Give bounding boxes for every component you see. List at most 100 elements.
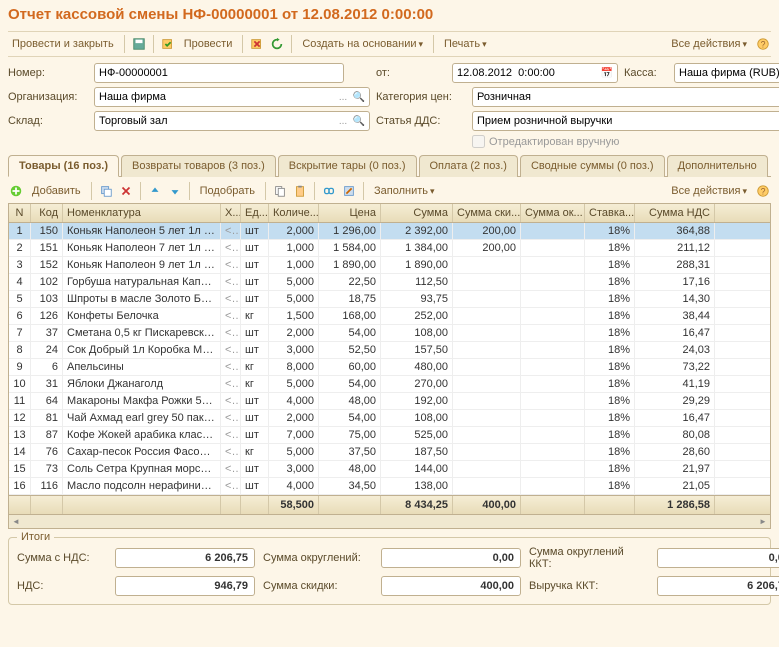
col-kod[interactable]: Код <box>31 204 63 222</box>
total-nds: 1 286,58 <box>635 496 715 514</box>
tab-5[interactable]: Дополнительно <box>667 155 768 177</box>
col-nom[interactable]: Номенклатура <box>63 204 221 222</box>
separator <box>314 182 315 200</box>
select-icon[interactable]: ... <box>335 89 351 105</box>
total-sk: 400,00 <box>453 496 521 514</box>
pricecat-label: Категория цен: <box>376 91 466 103</box>
horizontal-scrollbar[interactable]: ◄ ► <box>9 514 770 528</box>
fill-button[interactable]: Заполнить <box>370 183 439 199</box>
number-label: Номер: <box>8 67 88 79</box>
separator <box>291 35 292 53</box>
org-input[interactable]: ...🔍 <box>94 87 370 107</box>
sum-round-value[interactable]: 0,00 <box>381 548 521 568</box>
post-button[interactable]: Провести <box>180 36 237 52</box>
table-row[interactable]: 2151Коньяк Наполеон 7 лет 1л ст...<..шт1… <box>9 240 770 257</box>
date-input[interactable]: 📅 <box>452 63 618 83</box>
select-button[interactable]: Подобрать <box>196 183 259 199</box>
delete-row-icon[interactable] <box>118 183 134 199</box>
table-row[interactable]: 1031Яблоки Джанаголд<..кг5,00054,00270,0… <box>9 376 770 393</box>
refresh-icon[interactable] <box>269 36 285 52</box>
dds-input[interactable]: ...🔍 <box>472 111 779 131</box>
copy-row-icon[interactable] <box>98 183 114 199</box>
nds-label: НДС: <box>17 580 107 592</box>
separator <box>265 182 266 200</box>
nds-value[interactable]: 946,79 <box>115 576 255 596</box>
paste-icon[interactable] <box>292 183 308 199</box>
table-row[interactable]: 1476Сахар-песок Россия Фасова...<..кг5,0… <box>9 444 770 461</box>
link-icon[interactable] <box>321 183 337 199</box>
save-icon[interactable] <box>131 36 147 52</box>
table-row[interactable]: 6126Конфеты Белочка<..кг1,500168,00252,0… <box>9 308 770 325</box>
col-x[interactable]: Х... <box>221 204 241 222</box>
separator <box>91 182 92 200</box>
stock-input[interactable]: ...🔍 <box>94 111 370 131</box>
separator <box>153 35 154 53</box>
magnify-icon[interactable]: 🔍 <box>351 89 367 105</box>
separator <box>433 35 434 53</box>
manual-edit-checkbox[interactable]: Отредактирован вручную <box>472 135 779 148</box>
scroll-left-icon[interactable]: ◄ <box>9 515 23 529</box>
table-row[interactable]: 1387Кофе Жокей арабика класси...<..шт7,0… <box>9 427 770 444</box>
table-row[interactable]: 1150Коньяк Наполеон 5 лет 1л ст...<..шт2… <box>9 223 770 240</box>
create-based-button[interactable]: Создать на основании <box>298 36 427 52</box>
save-close-button[interactable]: Провести и закрыть <box>8 36 118 52</box>
number-input[interactable] <box>94 63 344 83</box>
sum-round-label: Сумма округлений: <box>263 552 373 564</box>
grid-totals: 58,500 8 434,25 400,00 1 286,58 <box>9 495 770 514</box>
pricecat-input[interactable]: ...🔍 <box>472 87 779 107</box>
table-row[interactable]: 1164Макароны Макфа Рожки 500г<..шт4,0004… <box>9 393 770 410</box>
calendar-icon[interactable]: 📅 <box>599 65 615 81</box>
sum-sk-value[interactable]: 400,00 <box>381 576 521 596</box>
col-n[interactable]: N <box>9 204 31 222</box>
scroll-right-icon[interactable]: ► <box>756 515 770 529</box>
tab-1[interactable]: Возвраты товаров (3 поз.) <box>121 155 276 177</box>
tabs: Товары (16 поз.)Возвраты товаров (3 поз.… <box>8 154 771 177</box>
all-actions-button[interactable]: Все действия <box>667 36 751 52</box>
add-button[interactable]: Добавить <box>28 183 85 199</box>
org-label: Организация: <box>8 91 88 103</box>
table-row[interactable]: 1573Соль Сетра Крупная морская...<..шт3,… <box>9 461 770 478</box>
edit-icon[interactable] <box>341 183 357 199</box>
table-row[interactable]: 5103Шпроты в масле Золото Балт...<..шт5,… <box>9 291 770 308</box>
col-st[interactable]: Ставка... <box>585 204 635 222</box>
table-row[interactable]: 1281Чай Ахмад earl grey 50 пак по...<..ш… <box>9 410 770 427</box>
sum-nds-label: Сумма с НДС: <box>17 552 107 564</box>
move-down-icon[interactable] <box>167 183 183 199</box>
table-row[interactable]: 96Апельсины<..кг8,00060,00480,0018%73,22 <box>9 359 770 376</box>
help-icon[interactable]: ? <box>755 183 771 199</box>
col-sum[interactable]: Сумма <box>381 204 453 222</box>
goods-grid: N Код Номенклатура Х... Ед... Количе... … <box>8 203 771 529</box>
select-icon[interactable]: ... <box>335 113 351 129</box>
table-row[interactable]: 4102Горбуша натуральная Капита...<..шт5,… <box>9 274 770 291</box>
table-row[interactable]: 737Сметана 0,5 кг Пискаревски...<..шт2,0… <box>9 325 770 342</box>
table-row[interactable]: 3152Коньяк Наполеон 9 лет 1л ст...<..шт1… <box>9 257 770 274</box>
move-up-icon[interactable] <box>147 183 163 199</box>
unpost-icon[interactable] <box>249 36 265 52</box>
col-sk[interactable]: Сумма ски... <box>453 204 521 222</box>
print-button[interactable]: Печать <box>440 36 491 52</box>
post-icon[interactable] <box>160 36 176 52</box>
separator <box>242 35 243 53</box>
col-qty[interactable]: Количе... <box>269 204 319 222</box>
tab-2[interactable]: Вскрытие тары (0 поз.) <box>278 155 417 177</box>
cash-label: Касса: <box>624 67 668 79</box>
table-row[interactable]: 16116Масло подсолн нерафинир К...<..шт4,… <box>9 478 770 495</box>
sum-nds-value[interactable]: 6 206,75 <box>115 548 255 568</box>
col-nds[interactable]: Сумма НДС <box>635 204 715 222</box>
tab-4[interactable]: Сводные суммы (0 поз.) <box>520 155 665 177</box>
rev-kkt-value[interactable]: 6 206,75 <box>657 576 779 596</box>
help-icon[interactable]: ? <box>755 36 771 52</box>
sum-round-kkt-value[interactable]: 0,00 <box>657 548 779 568</box>
stock-label: Склад: <box>8 115 88 127</box>
table-row[interactable]: 824Сок Добрый 1л Коробка Мул...<..шт3,00… <box>9 342 770 359</box>
col-ed[interactable]: Ед... <box>241 204 269 222</box>
tab-3[interactable]: Оплата (2 поз.) <box>419 155 518 177</box>
grid-all-actions-button[interactable]: Все действия <box>667 183 751 199</box>
add-icon[interactable] <box>8 183 24 199</box>
cash-input[interactable]: ...🔍 <box>674 63 779 83</box>
tab-0[interactable]: Товары (16 поз.) <box>8 155 119 177</box>
magnify-icon[interactable]: 🔍 <box>351 113 367 129</box>
col-price[interactable]: Цена <box>319 204 381 222</box>
col-ok[interactable]: Сумма ок... <box>521 204 585 222</box>
copy-icon[interactable] <box>272 183 288 199</box>
